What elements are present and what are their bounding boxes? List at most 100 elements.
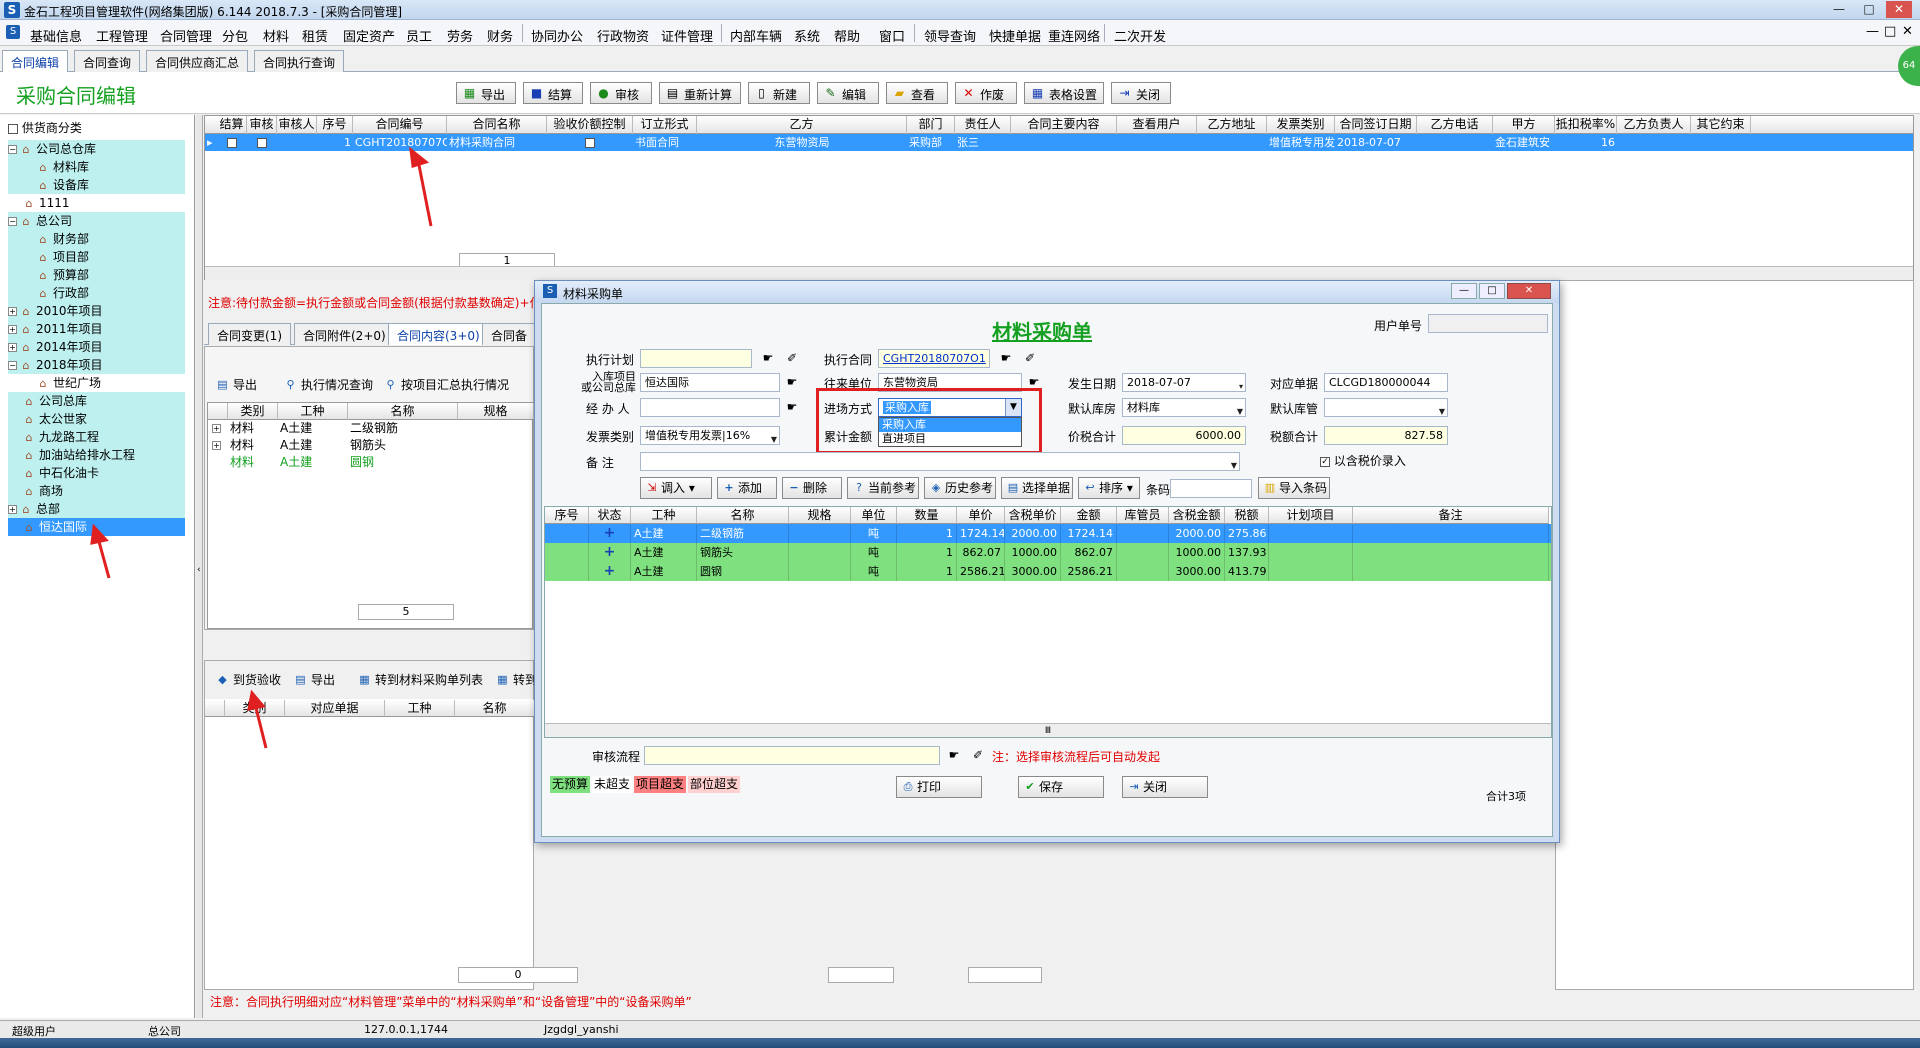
warehouse-input[interactable]: 恒达国际	[640, 373, 780, 392]
column-header[interactable]: 单位	[851, 507, 897, 524]
remark-input[interactable]: ▼	[640, 452, 1240, 471]
import-barcode-button[interactable]: ▥ 导入条码	[1258, 477, 1330, 499]
table-row[interactable]: + A土建 钢筋头吨 1 862.07 1000.00 862.07 1000.00 137.9…	[545, 543, 1551, 562]
legend-not-over: 未超支	[592, 776, 632, 793]
barcode-input[interactable]	[1170, 479, 1252, 498]
exec-contract-input[interactable]: CGHT20180707O1	[878, 349, 990, 368]
plus-icon: +	[724, 481, 734, 494]
invoice-value: 增值税专用发票|16%	[645, 429, 751, 442]
tax-entry-checkbox[interactable]: ✓	[1320, 456, 1330, 467]
clear-brush-icon[interactable]: ✐	[970, 748, 986, 762]
invoice-select[interactable]: 增值税专用发票|16% ▼	[640, 426, 780, 445]
dialog-close-action-button[interactable]: ⇥ 关闭	[1122, 776, 1208, 798]
save-button[interactable]: ✔ 保存	[1018, 776, 1104, 798]
table-cell	[1269, 524, 1353, 543]
column-header[interactable]: 工种	[631, 507, 697, 524]
sort-label: 排序	[1099, 481, 1124, 495]
import-button[interactable]: ⇲ 调入 ▾	[640, 477, 712, 499]
dialog-close-label: 关闭	[1143, 780, 1168, 794]
calendar-dropdown-icon[interactable]: ▾	[1239, 378, 1243, 391]
column-header[interactable]: 备注	[1353, 507, 1549, 524]
column-header[interactable]: 规格	[789, 507, 851, 524]
table-cell: 1	[897, 562, 957, 581]
history-ref-button[interactable]: ◈ 历史参考	[924, 477, 996, 499]
hand-pointer-icon[interactable]: ☛	[946, 748, 962, 762]
hand-pointer-icon[interactable]: ☛	[784, 375, 800, 389]
default-store-select[interactable]: 材料库 ▼	[1122, 398, 1246, 417]
exec-contract-label: 执行合同	[824, 353, 873, 367]
default-keeper-select[interactable]: ▼	[1324, 398, 1448, 417]
column-header[interactable]: 税额	[1225, 507, 1269, 524]
table-cell: A土建	[631, 524, 697, 543]
hand-pointer-icon[interactable]: ☛	[784, 400, 800, 414]
dialog-heading: 材料采购单	[992, 320, 1092, 344]
ref-label: 对应单据	[1270, 377, 1319, 391]
current-ref-button[interactable]: ? 当前参考	[847, 477, 919, 499]
import-label: 调入	[661, 481, 686, 495]
column-header[interactable]: 名称	[697, 507, 789, 524]
tax-entry-toggle[interactable]: ✓ 以含税价录入	[1320, 452, 1406, 469]
print-button[interactable]: ⎙ 打印	[896, 776, 982, 798]
delete-button[interactable]: − 删除	[782, 477, 842, 499]
arrow-head	[409, 146, 430, 168]
table-cell: 2000.00	[1169, 524, 1225, 543]
column-header[interactable]: 金额	[1061, 507, 1117, 524]
dialog-minimize-button[interactable]: —	[1451, 283, 1477, 299]
date-input[interactable]: 2018-07-07 ▾	[1122, 373, 1246, 392]
table-cell	[1353, 543, 1549, 562]
handler-label: 经 办 人	[586, 402, 630, 416]
chevron-down-icon[interactable]: ▼	[1439, 403, 1445, 416]
tax-sum-label: 税额合计	[1270, 430, 1319, 444]
column-header[interactable]: 含税金额	[1169, 507, 1225, 524]
flow-input[interactable]	[644, 746, 940, 765]
items-horizontal-scrollbar[interactable]: Ⅲ	[545, 723, 1551, 737]
hand-pointer-icon[interactable]: ☛	[760, 351, 776, 365]
dialog-logo-icon: S	[543, 284, 557, 298]
clear-brush-icon[interactable]: ✐	[784, 351, 800, 365]
column-header[interactable]: 单价	[957, 507, 1005, 524]
current-ref-label: 当前参考	[868, 481, 917, 495]
sort-button[interactable]: ↩ 排序 ▾	[1078, 477, 1140, 499]
table-cell	[789, 562, 851, 581]
arrow-to-goods-receipt	[253, 703, 268, 749]
table-cell: 1	[897, 543, 957, 562]
dialog-close-button[interactable]: ✕	[1507, 283, 1551, 299]
exec-plan-input[interactable]	[640, 349, 752, 368]
column-header[interactable]: 含税单价	[1005, 507, 1061, 524]
add-button[interactable]: + 添加	[717, 477, 777, 499]
check-icon: ✔	[1025, 780, 1035, 793]
warehouse-label: 入库项目 或公司总库	[580, 371, 636, 393]
table-row[interactable]: + A土建 二级钢筋吨 1 1724.14 2000.00 1724.14 2000.00 27…	[545, 524, 1551, 543]
os-taskbar	[0, 1038, 1920, 1048]
table-cell	[789, 543, 851, 562]
date-value: 2018-07-07	[1127, 376, 1191, 389]
dialog-maximize-button[interactable]: □	[1479, 283, 1505, 299]
clear-brush-icon[interactable]: ✐	[1022, 351, 1038, 365]
chevron-down-icon[interactable]: ▼	[1237, 403, 1243, 416]
column-header[interactable]: 库管员	[1117, 507, 1169, 524]
delete-label: 删除	[803, 481, 828, 495]
column-header[interactable]: 计划项目	[1269, 507, 1353, 524]
column-header[interactable]: 序号	[545, 507, 589, 524]
tax-total-label: 价税合计	[1068, 430, 1117, 444]
column-header[interactable]: 数量	[897, 507, 957, 524]
hand-pointer-icon[interactable]: ☛	[1026, 375, 1042, 389]
column-header[interactable]: 状态	[589, 507, 631, 524]
table-cell: 吨	[851, 524, 897, 543]
select-doc-button[interactable]: ▤ 选择单据	[1001, 477, 1073, 499]
table-cell: 1	[897, 524, 957, 543]
table-cell	[1269, 562, 1353, 581]
chevron-down-icon[interactable]: ▼	[771, 431, 777, 444]
user-no-input[interactable]	[1428, 314, 1548, 333]
handler-input[interactable]	[640, 398, 780, 417]
table-cell	[1353, 562, 1549, 581]
arrow-head	[247, 689, 266, 711]
table-row[interactable]: + A土建 圆钢吨 1 2586.21 3000.00 2586.21 3000.00 413.…	[545, 562, 1551, 581]
chevron-down-icon[interactable]: ▼	[1231, 457, 1237, 470]
status-bar: 超级用户 总公司 127.0.0.1,1744 Jzgdgl_yanshi	[0, 1020, 1920, 1038]
tax-entry-label: 以含税价录入	[1333, 454, 1406, 468]
hand-pointer-icon[interactable]: ☛	[998, 351, 1014, 365]
ref-input[interactable]: CLCGD180000044	[1324, 373, 1448, 392]
default-keeper-label: 默认库管	[1270, 402, 1319, 416]
dialog-titlebar[interactable]: S 材料采购单 — □ ✕	[535, 281, 1559, 303]
